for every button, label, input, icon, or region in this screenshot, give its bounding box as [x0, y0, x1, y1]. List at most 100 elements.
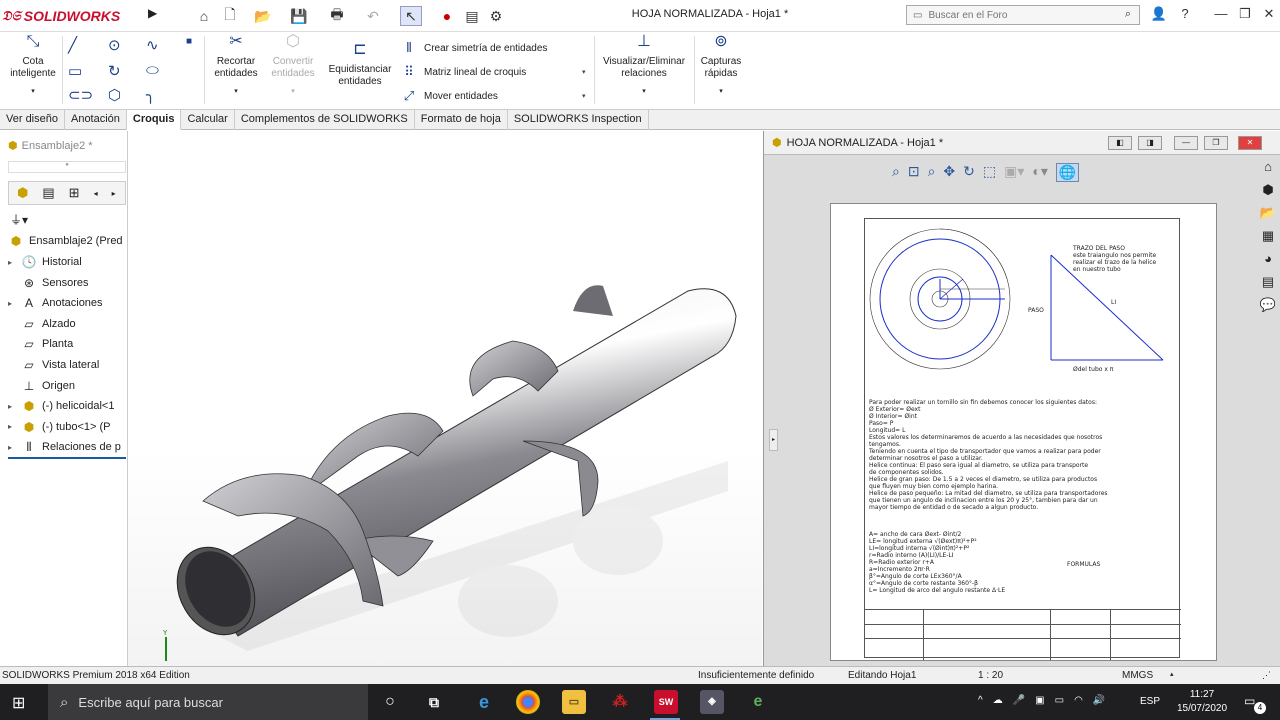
tree-item[interactable]: ⊥ Origen	[8, 378, 126, 394]
pan-icon[interactable]: ✥	[943, 163, 955, 182]
tab-complementos-de-solidworks[interactable]: Complementos de SOLIDWORKS	[235, 110, 415, 130]
linear-pattern-button[interactable]: ⠿ Matriz lineal de croquis	[400, 64, 526, 80]
tab-calcular[interactable]: Calcular	[181, 110, 235, 130]
appearance-icon[interactable]: ◐▾	[1032, 163, 1047, 182]
sheet-scale[interactable]: 1 : 20	[978, 670, 1003, 681]
arc-icon[interactable]: ↻	[108, 62, 121, 80]
ellipse-icon[interactable]: ⬭	[146, 62, 159, 79]
design-library-icon[interactable]: ⬢	[1258, 182, 1278, 202]
tree-item[interactable]: ▱ Vista lateral	[8, 357, 126, 373]
language-indicator[interactable]: ESP	[1140, 696, 1160, 707]
menu-expand-icon[interactable]: ▶	[148, 6, 157, 20]
print-icon[interactable]: 🖶	[326, 6, 348, 26]
file-properties-icon[interactable]: ▤	[462, 6, 482, 26]
collapse-handle[interactable]: ▸	[769, 429, 778, 451]
forum-search[interactable]: ▭ ⌕	[906, 5, 1140, 25]
onedrive-icon[interactable]: ☁	[993, 695, 1003, 706]
chevron-down-icon[interactable]: ▾	[234, 86, 238, 98]
scene-icon[interactable]: 🌐	[1055, 163, 1080, 182]
windows-start-icon[interactable]: ⊞	[12, 693, 25, 713]
chevron-down-icon[interactable]: ▾	[642, 86, 646, 98]
zoom-area-icon[interactable]: ⊡	[908, 163, 920, 182]
task-view-icon[interactable]: ⧉	[422, 690, 446, 714]
help-icon[interactable]: ?	[1174, 6, 1196, 24]
chevron-down-icon[interactable]: ▾	[582, 68, 586, 76]
options-gear-icon[interactable]: ⚙	[486, 6, 506, 26]
graphics-area[interactable]: Y	[128, 131, 762, 666]
arrow-right-icon[interactable]: ▸	[112, 189, 116, 198]
search-input[interactable]	[928, 9, 1099, 21]
minimize-icon[interactable]: —	[1174, 136, 1198, 150]
tree-root-assembly[interactable]: ⬢ Ensamblaje2 (Pred	[8, 233, 126, 249]
printer-icon[interactable]: ▣	[1035, 695, 1044, 706]
file-explorer-icon[interactable]: ▭	[562, 690, 586, 714]
polygon-icon[interactable]: ⬡	[108, 86, 121, 104]
rotate-icon[interactable]: ↻	[963, 163, 975, 182]
clock[interactable]: 11:27 15/07/2020	[1172, 688, 1232, 716]
microphone-icon[interactable]: 🎤	[1013, 695, 1025, 706]
forum-icon[interactable]: 💬	[1258, 297, 1278, 317]
file-explorer-icon[interactable]: 📂	[1258, 205, 1278, 225]
tree-item[interactable]: ▸ A Anotaciones	[8, 295, 126, 311]
rollback-bar[interactable]	[8, 457, 126, 459]
tab-ver-dise-o[interactable]: Ver diseño	[0, 110, 65, 130]
tree-item[interactable]: ▸ ⬢ (-) tubo<1> (P	[8, 419, 126, 435]
solidworks-2018-icon[interactable]: SW	[654, 690, 678, 714]
solidworks-logo[interactable]: 𝔇𝔖 SOLIDWORKS	[2, 4, 120, 28]
chevron-down-icon[interactable]: ▾	[291, 86, 295, 98]
appearances-icon[interactable]: ◕	[1258, 251, 1278, 271]
smart-dimension-button[interactable]: ⤡ Cota inteligente ▾	[8, 34, 58, 98]
search-icon[interactable]: ⌕	[1125, 8, 1131, 21]
chevron-up-icon[interactable]: ▴	[1170, 670, 1174, 678]
new-document-icon[interactable]: 🗋	[220, 6, 240, 26]
spline-icon[interactable]: ∿	[146, 36, 159, 54]
move-entities-button[interactable]: ⤢ Mover entidades	[400, 88, 498, 104]
point-icon[interactable]: ■	[186, 36, 192, 47]
volume-icon[interactable]: 🔊	[1093, 695, 1105, 706]
cortana-icon[interactable]: ○	[378, 690, 402, 714]
restore-icon[interactable]: ❐	[1234, 6, 1256, 24]
fillet-icon[interactable]: ╮	[146, 86, 155, 104]
prev-sheet-icon[interactable]: ◧	[1108, 136, 1132, 150]
save-icon[interactable]: 💾	[288, 6, 310, 26]
app-icon[interactable]: ◈	[700, 690, 724, 714]
chevron-down-icon[interactable]: ▾	[31, 86, 35, 98]
tab-anotaci-n[interactable]: Anotación	[65, 110, 127, 130]
show-hidden-icon[interactable]: ^	[978, 695, 983, 706]
previous-view-icon[interactable]: ⌕	[928, 163, 936, 182]
hide-show-icon[interactable]: ▣▾	[1004, 163, 1024, 182]
mirror-entities-button[interactable]: ⫴ Crear simetría de entidades	[400, 40, 547, 56]
tree-item[interactable]: ▱ Alzado	[8, 316, 126, 332]
traffic-light-icon[interactable]: ●	[440, 6, 454, 26]
origin-triad-icon[interactable]: Y	[162, 629, 168, 661]
undo-icon[interactable]: ↶	[362, 6, 384, 26]
config-tab-icon[interactable]: ⊞	[69, 185, 80, 201]
view-palette-icon[interactable]: ▦	[1258, 228, 1278, 248]
arrow-left-icon[interactable]: ◂	[94, 189, 98, 198]
display-delete-relations-button[interactable]: ⊥ Visualizar/Eliminar relaciones ▾	[598, 34, 690, 98]
circle-icon[interactable]: ⊙	[108, 36, 121, 54]
chevron-right-icon[interactable]: ▸	[8, 443, 16, 452]
minimize-icon[interactable]: —	[1210, 6, 1232, 24]
filter-icon[interactable]: ⏚▾	[10, 211, 28, 228]
open-folder-icon[interactable]: 📂	[252, 6, 274, 26]
display-style-icon[interactable]: ⬚	[983, 163, 996, 182]
home-icon[interactable]: ⌂	[194, 6, 214, 26]
zoom-fit-icon[interactable]: ⌕	[892, 163, 900, 182]
next-sheet-icon[interactable]: ◨	[1138, 136, 1162, 150]
rectangle-icon[interactable]: ▭	[68, 62, 82, 80]
property-manager-tab-icon[interactable]: ▤	[42, 185, 54, 201]
select-cursor-icon[interactable]: ↖	[400, 6, 422, 26]
tree-item[interactable]: ▱ Planta	[8, 336, 126, 352]
user-icon[interactable]: 👤	[1148, 6, 1170, 24]
trim-entities-button[interactable]: ✂ Recortar entidades ▾	[210, 34, 262, 98]
tab-formato-de-hoja[interactable]: Formato de hoja	[415, 110, 508, 130]
chevron-right-icon[interactable]: ▸	[8, 258, 16, 267]
tree-item[interactable]: ▸ 🕓 Historial	[8, 254, 126, 270]
home-icon[interactable]: ⌂	[1258, 159, 1278, 179]
convert-entities-button[interactable]: ⬡ Convertir entidades ▾	[266, 34, 320, 98]
unit-system[interactable]: MMGS	[1122, 670, 1153, 681]
line-icon[interactable]: ╱	[68, 36, 77, 54]
chevron-down-icon[interactable]: ▾	[582, 92, 586, 100]
chevron-right-icon[interactable]: ▸	[8, 299, 16, 308]
